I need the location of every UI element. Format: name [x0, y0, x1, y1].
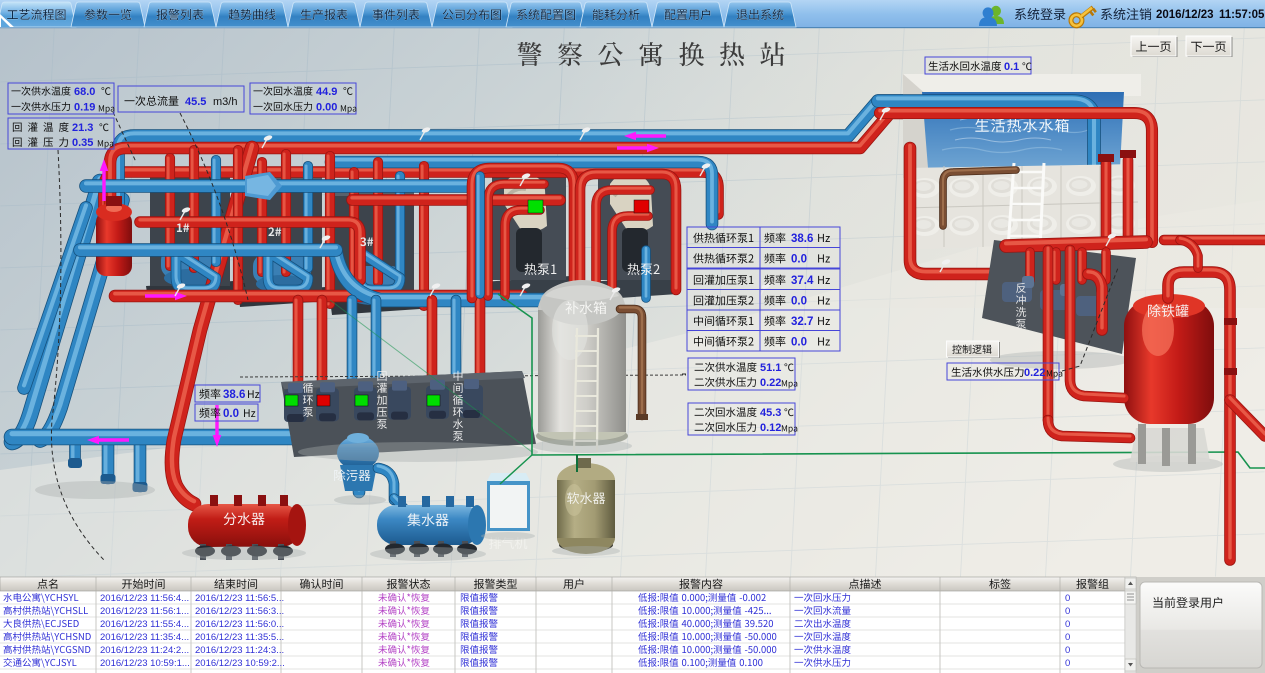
svg-text:21.3: 21.3	[72, 122, 93, 134]
svg-text:32.7: 32.7	[791, 316, 813, 328]
svg-text:0.22: 0.22	[760, 377, 781, 389]
svg-text:11:57:05: 11:57:05	[1219, 9, 1265, 21]
svg-text:m3/h: m3/h	[213, 96, 237, 108]
svg-text:2016/12/23 11:24:3...: 2016/12/23 11:24:3...	[195, 645, 284, 656]
svg-text:2016/12/23 11:24:2...: 2016/12/23 11:24:2...	[100, 645, 189, 656]
svg-text:0.1: 0.1	[1004, 61, 1019, 73]
svg-text:38.6: 38.6	[791, 233, 813, 245]
svg-text:0.0: 0.0	[791, 254, 807, 266]
svg-text:0: 0	[1065, 658, 1070, 669]
svg-text:2016/12/23: 2016/12/23	[1156, 9, 1214, 21]
svg-text:2016/12/23 11:56:1...: 2016/12/23 11:56:1...	[100, 606, 189, 617]
svg-text:0: 0	[1065, 619, 1070, 630]
svg-text:0.0: 0.0	[791, 337, 807, 349]
svg-text:68.0: 68.0	[74, 86, 95, 98]
svg-text:0.0: 0.0	[223, 408, 239, 420]
svg-text:2016/12/23 11:56:4...: 2016/12/23 11:56:4...	[100, 593, 189, 604]
svg-text:0.19: 0.19	[74, 101, 95, 113]
svg-text:44.9: 44.9	[316, 86, 337, 98]
svg-text:0: 0	[1065, 645, 1070, 656]
svg-text:0.35: 0.35	[72, 137, 93, 149]
svg-text:0.0: 0.0	[791, 296, 807, 308]
svg-text:2016/12/23 10:59:2...: 2016/12/23 10:59:2...	[195, 658, 285, 669]
svg-text:2016/12/23 11:56:3...: 2016/12/23 11:56:3...	[195, 606, 284, 617]
svg-text:2016/12/23 11:35:5...: 2016/12/23 11:35:5...	[195, 632, 284, 643]
svg-text:51.1: 51.1	[760, 362, 781, 374]
svg-text:45.5: 45.5	[185, 96, 206, 108]
svg-text:37.4: 37.4	[791, 275, 814, 287]
svg-text:0.22: 0.22	[1024, 367, 1045, 379]
svg-text:2016/12/23 11:56:0...: 2016/12/23 11:56:0...	[195, 619, 284, 630]
svg-text:2016/12/23 11:35:4...: 2016/12/23 11:35:4...	[100, 632, 189, 643]
svg-text:2016/12/23 11:55:4...: 2016/12/23 11:55:4...	[100, 619, 189, 630]
svg-text:0: 0	[1065, 606, 1070, 617]
svg-text:0.00: 0.00	[316, 101, 337, 113]
svg-text:38.6: 38.6	[223, 389, 245, 401]
svg-text:2016/12/23 10:59:1...: 2016/12/23 10:59:1...	[100, 658, 190, 669]
svg-text:0.12: 0.12	[760, 422, 781, 434]
svg-text:2016/12/23 11:56:5...: 2016/12/23 11:56:5...	[195, 593, 284, 604]
svg-text:45.3: 45.3	[760, 407, 781, 419]
svg-text:0: 0	[1065, 632, 1070, 643]
svg-text:0: 0	[1065, 593, 1070, 604]
